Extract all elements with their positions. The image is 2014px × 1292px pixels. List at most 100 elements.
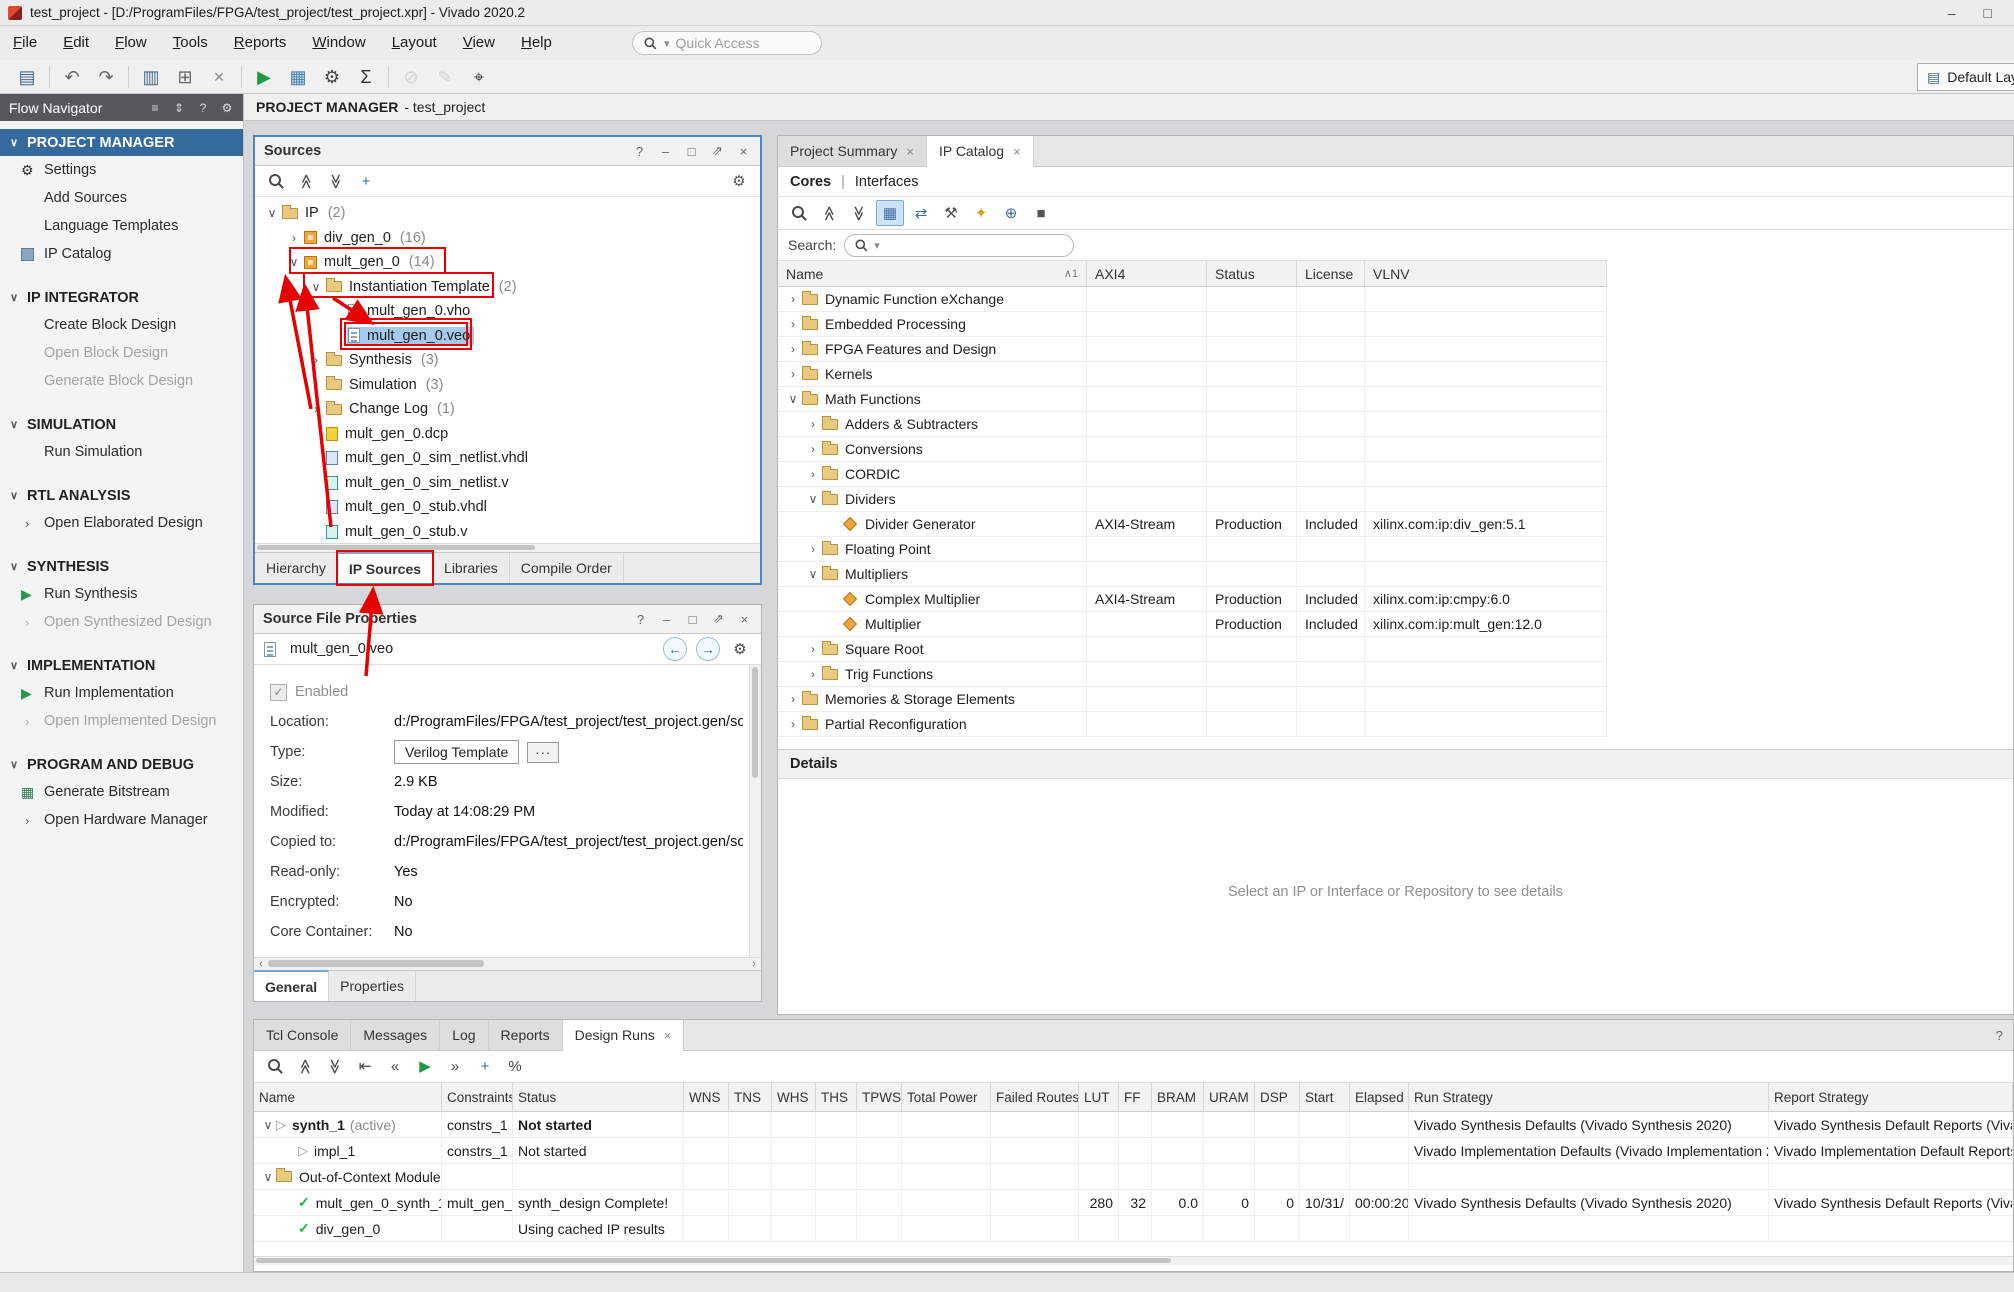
catalog-column-license[interactable]: License [1297, 261, 1365, 286]
run-icon[interactable]: ▶ [247, 63, 281, 91]
flow-item-ip-catalog[interactable]: IP Catalog [0, 240, 243, 268]
catalog-search-input[interactable]: ▾ [844, 234, 1074, 257]
flow-item-create-block-design[interactable]: Create Block Design [0, 311, 243, 339]
catalog-row-math-functions[interactable]: ∨Math Functions [778, 387, 1607, 412]
pause-icon[interactable]: ⊘ [394, 63, 428, 91]
settings-gear-icon[interactable]: ⚙ [315, 63, 349, 91]
enabled-checkbox[interactable]: ✓ [270, 684, 287, 701]
flow-item-language-templates[interactable]: Language Templates [0, 212, 243, 240]
license-key-icon[interactable]: ✦ [968, 201, 994, 225]
sum-icon[interactable]: Σ [349, 63, 383, 91]
back-icon[interactable]: ← [663, 637, 687, 661]
flow-section-header-implementation[interactable]: ∨IMPLEMENTATION [0, 652, 243, 679]
search-icon[interactable] [262, 1055, 288, 1079]
catalog-row-kernels[interactable]: ›Kernels [778, 362, 1607, 387]
flow-section-header-program-and-debug[interactable]: ∨PROGRAM AND DEBUG [0, 751, 243, 778]
expand-all-icon[interactable]: ≪ [322, 1055, 348, 1079]
web-icon[interactable]: ⊕ [998, 201, 1024, 225]
console-tab-tcl-console[interactable]: Tcl Console [254, 1020, 351, 1050]
flow-item-open-implemented-design[interactable]: ›Open Implemented Design [0, 707, 243, 735]
flow-item-generate-bitstream[interactable]: ▦Generate Bitstream [0, 778, 243, 806]
menu-item-help[interactable]: Help [508, 26, 565, 60]
catalog-row-fpga-features-and-design[interactable]: ›FPGA Features and Design [778, 337, 1607, 362]
tree-item-synthesis[interactable]: ›Synthesis(3) [255, 348, 760, 373]
catalog-row-complex-multiplier[interactable]: Complex MultiplierAXI4-StreamProductionI… [778, 587, 1607, 612]
sources-tab-libraries[interactable]: Libraries [433, 553, 510, 583]
tree-item-mult-gen-0-sim-netlist-vhdl[interactable]: mult_gen_0_sim_netlist.vhdl [255, 446, 760, 471]
undo-icon[interactable]: ↶ [55, 63, 89, 91]
report-icon[interactable]: ▥ [134, 63, 168, 91]
tree-item-mult-gen-0-stub-v[interactable]: mult_gen_0_stub.v [255, 520, 760, 544]
minimize-icon[interactable]: – [659, 610, 674, 628]
menu-item-view[interactable]: View [450, 26, 508, 60]
help-icon[interactable]: ? [196, 100, 210, 116]
catalog-view-cores[interactable]: Cores [790, 174, 831, 190]
customize-wrench-icon[interactable]: ⚒ [938, 201, 964, 225]
properties-tab-general[interactable]: General [254, 970, 329, 1001]
minimize-icon[interactable]: – [658, 142, 673, 160]
menu-item-tools[interactable]: Tools [160, 26, 221, 60]
maximize-icon[interactable]: □ [684, 142, 699, 160]
catalog-row-dividers[interactable]: ∨Dividers [778, 487, 1607, 512]
flow-item-open-hardware-manager[interactable]: ›Open Hardware Manager [0, 806, 243, 834]
edit-icon[interactable]: ✎ [428, 63, 462, 91]
menu-item-layout[interactable]: Layout [379, 26, 450, 60]
catalog-row-floating-point[interactable]: ›Floating Point [778, 537, 1607, 562]
runs-column-wns[interactable]: WNS [684, 1083, 729, 1111]
catalog-row-adders-subtracters[interactable]: ›Adders & Subtracters [778, 412, 1607, 437]
scroll-right-icon[interactable]: › [747, 958, 761, 970]
tree-item-mult-gen-0-dcp[interactable]: mult_gen_0.dcp [255, 422, 760, 447]
runs-column-ff[interactable]: FF [1119, 1083, 1152, 1111]
expand-all-icon[interactable]: ≪ [846, 201, 872, 225]
flow-item-open-elaborated-design[interactable]: ›Open Elaborated Design [0, 509, 243, 537]
add-sources-icon[interactable]: + [353, 169, 379, 193]
catalog-row-conversions[interactable]: ›Conversions [778, 437, 1607, 462]
tree-item-mult-gen-0-sim-netlist-v[interactable]: mult_gen_0_sim_netlist.v [255, 471, 760, 496]
flow-section-header-simulation[interactable]: ∨SIMULATION [0, 411, 243, 438]
menu-item-window[interactable]: Window [299, 26, 378, 60]
design-run-row-div-gen-0[interactable]: ✓div_gen_0Using cached IP results [254, 1216, 2013, 1242]
flow-item-open-synthesized-design[interactable]: ›Open Synthesized Design [0, 608, 243, 636]
catalog-row-multiplier[interactable]: MultiplierProductionIncludedxilinx.com:i… [778, 612, 1607, 637]
runs-column-whs[interactable]: WHS [772, 1083, 816, 1111]
flow-item-run-implementation[interactable]: ▶Run Implementation [0, 679, 243, 707]
sources-horizontal-scrollbar[interactable] [255, 543, 760, 552]
menu-item-flow[interactable]: Flow [102, 26, 160, 60]
sources-tab-compile-order[interactable]: Compile Order [510, 553, 624, 583]
flow-item-add-sources[interactable]: Add Sources [0, 184, 243, 212]
minimize-icon[interactable]: – [1948, 5, 1956, 21]
catalog-row-cordic[interactable]: ›CORDIC [778, 462, 1607, 487]
runs-column-bram[interactable]: BRAM [1152, 1083, 1204, 1111]
forward-icon[interactable]: → [696, 637, 720, 661]
catalog-column-name[interactable]: Name∧1 [778, 261, 1087, 286]
default-layout-button[interactable]: ▤ Default Layou [1917, 63, 2014, 91]
runs-column-run-strategy[interactable]: Run Strategy [1409, 1083, 1769, 1111]
expand-all-icon[interactable]: ⇕ [172, 100, 186, 116]
add-run-icon[interactable]: + [472, 1055, 498, 1079]
tree-item-mult-gen-0-vho[interactable]: mult_gen_0.vho [255, 299, 760, 324]
design-run-row-out-of-context-module-runs[interactable]: ∨Out-of-Context Module Runs [254, 1164, 2013, 1190]
flow-steps-icon[interactable]: ▦ [281, 63, 315, 91]
editor-tab-project-summary[interactable]: Project Summary× [778, 136, 927, 166]
runs-column-tns[interactable]: TNS [729, 1083, 772, 1111]
flow-item-generate-block-design[interactable]: Generate Block Design [0, 367, 243, 395]
search-icon[interactable] [786, 201, 812, 225]
ellipsis-button[interactable]: ··· [527, 742, 559, 763]
catalog-column-vlnv[interactable]: VLNV [1365, 261, 1607, 286]
close-icon[interactable]: × [736, 142, 751, 160]
help-icon[interactable]: ? [632, 142, 647, 160]
flow-item-run-synthesis[interactable]: ▶Run Synthesis [0, 580, 243, 608]
catalog-view-interfaces[interactable]: Interfaces [855, 174, 919, 190]
float-icon[interactable]: ⇗ [710, 142, 725, 160]
runs-column-total-power[interactable]: Total Power [902, 1083, 991, 1111]
runs-column-status[interactable]: Status [513, 1083, 684, 1111]
help-icon[interactable]: ? [633, 610, 648, 628]
runs-column-uram[interactable]: URAM [1204, 1083, 1255, 1111]
catalog-row-dynamic-function-exchange[interactable]: ›Dynamic Function eXchange [778, 287, 1607, 312]
menu-item-file[interactable]: File [0, 26, 50, 60]
settings-gear-icon[interactable]: ⚙ [729, 638, 751, 660]
menu-item-reports[interactable]: Reports [221, 26, 300, 60]
editor-tab-ip-catalog[interactable]: IP Catalog× [927, 136, 1034, 167]
flow-section-header-ip-integrator[interactable]: ∨IP INTEGRATOR [0, 284, 243, 311]
console-tab-design-runs[interactable]: Design Runs× [563, 1020, 685, 1051]
